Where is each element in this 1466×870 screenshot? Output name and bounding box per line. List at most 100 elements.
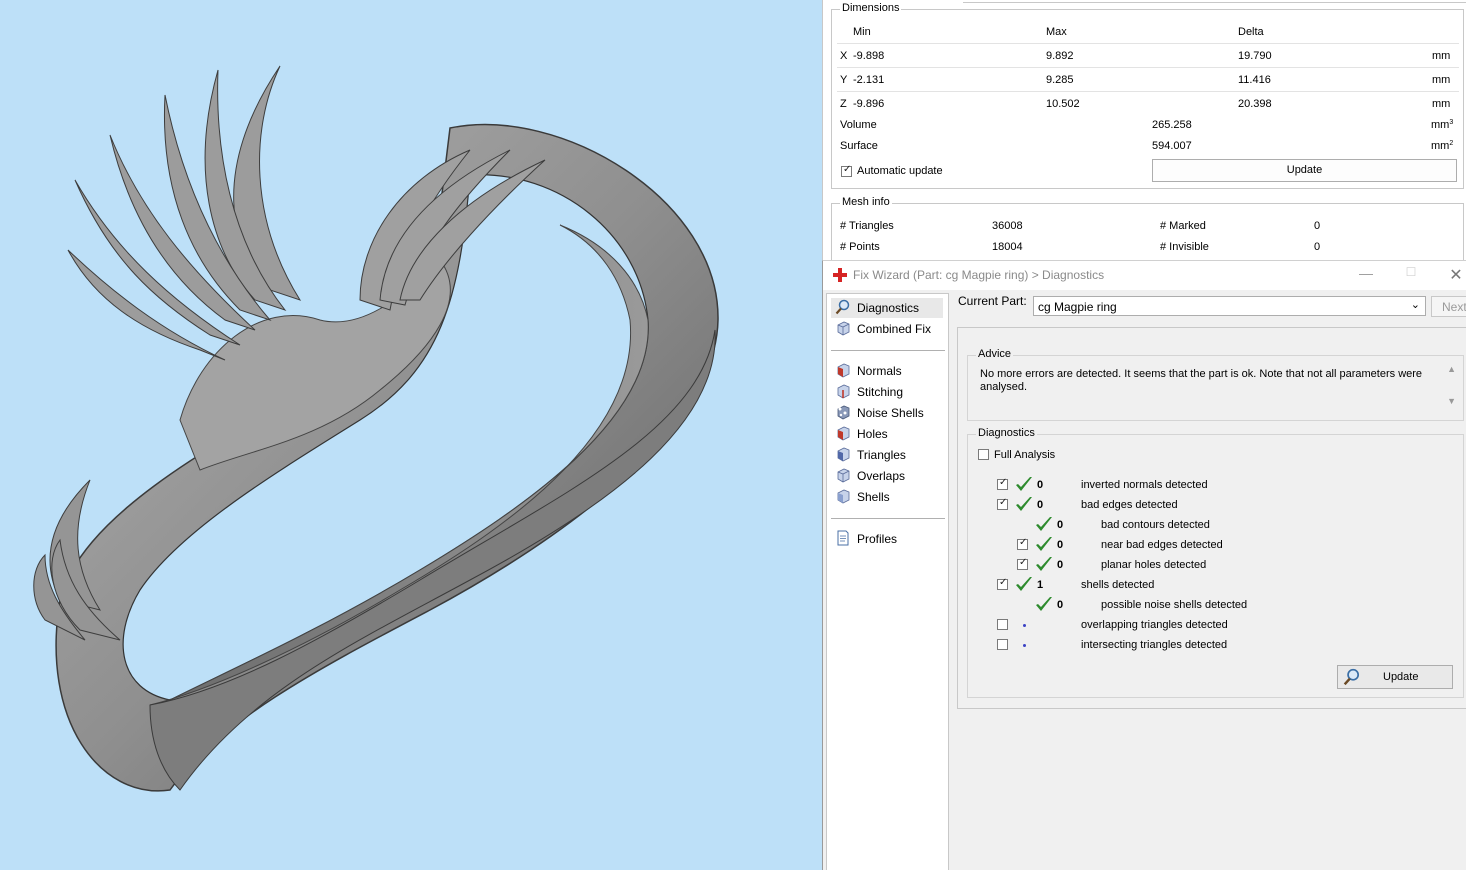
diagnostics-content-panel: Advice No more errors are detected. It s… — [957, 327, 1466, 709]
diagnostic-label: bad edges detected — [1081, 499, 1178, 511]
automatic-update-label: Automatic update — [857, 165, 943, 177]
minimize-button[interactable]: — — [1353, 265, 1379, 285]
points-value: 18004 — [992, 241, 1023, 253]
diagnostic-row: intersecting triangles detected — [968, 636, 1448, 654]
axis-y-label: Y — [840, 74, 848, 86]
next-button[interactable]: Next — [1431, 296, 1466, 317]
ring-model — [33, 65, 719, 792]
maximize-button[interactable]: ☐ — [1398, 265, 1424, 285]
triangles-cube-icon — [837, 447, 850, 462]
triangles-label: # Triangles — [840, 220, 894, 232]
green-check-icon — [1036, 557, 1052, 571]
y-max-value: 9.285 — [1046, 74, 1074, 86]
fix-wizard-dialog: Fix Wizard (Part: cg Magpie ring) > Diag… — [822, 260, 1466, 870]
dialog-title: Fix Wizard (Part: cg Magpie ring) > Diag… — [853, 268, 1105, 282]
diagnostic-checkbox[interactable] — [997, 497, 1008, 510]
close-button[interactable]: ✕ — [1443, 265, 1466, 285]
diagnostic-label: overlapping triangles detected — [1081, 619, 1228, 631]
nav-item-combined-fix[interactable]: Combined Fix — [831, 319, 943, 339]
diagnostic-checkbox[interactable] — [1017, 557, 1028, 570]
holes-cube-icon — [837, 426, 850, 441]
mesh-info-title: Mesh info — [840, 196, 892, 208]
diagnostic-checkbox[interactable] — [997, 477, 1008, 490]
overlaps-cube-icon — [837, 468, 850, 483]
green-check-icon — [1036, 517, 1052, 531]
z-delta-value: 20.398 — [1238, 98, 1272, 110]
magnifier-icon — [1343, 668, 1360, 686]
surface-label: Surface — [840, 140, 878, 152]
current-part-label: Current Part: — [958, 294, 1027, 308]
diagnostic-label: planar holes detected — [1101, 559, 1207, 571]
nav-item-triangles[interactable]: Triangles — [831, 445, 943, 465]
green-check-icon — [1036, 597, 1052, 611]
diagnostic-row: 0 near bad edges detected — [968, 536, 1448, 554]
shells-cube-icon — [837, 489, 850, 504]
marked-label: # Marked — [1160, 220, 1206, 232]
green-check-icon — [1036, 537, 1052, 551]
scroll-up-icon[interactable]: ▲ — [1447, 364, 1456, 374]
nav-item-profiles[interactable]: Profiles — [831, 529, 943, 549]
z-unit: mm — [1432, 98, 1451, 110]
diagnostics-update-button[interactable]: Update — [1337, 665, 1453, 689]
marked-value: 0 — [1314, 220, 1321, 232]
delta-header: Delta — [1238, 26, 1264, 38]
x-max-value: 9.892 — [1046, 50, 1074, 62]
advice-group: Advice No more errors are detected. It s… — [967, 348, 1464, 421]
diagnostic-label: shells detected — [1081, 579, 1155, 591]
green-check-icon — [1016, 497, 1032, 511]
diagnostic-label: bad contours detected — [1101, 519, 1210, 531]
volume-unit: mm3 — [1431, 119, 1454, 131]
noise-shells-icon — [837, 405, 850, 420]
full-analysis-checkbox[interactable] — [978, 449, 989, 460]
nav-item-diagnostics[interactable]: Diagnostics — [831, 298, 943, 318]
x-min-value: -9.898 — [853, 50, 885, 62]
mesh-info-group: Mesh info # Triangles 36008 # Marked 0 #… — [831, 196, 1464, 265]
pending-dot-icon — [1023, 624, 1026, 627]
dialog-titlebar[interactable]: Fix Wizard (Part: cg Magpie ring) > Diag… — [823, 261, 1466, 290]
tab-strip-line — [963, 2, 1466, 3]
automatic-update-checkbox[interactable] — [841, 164, 852, 177]
nav-item-normals[interactable]: Normals — [831, 361, 943, 381]
scroll-down-icon[interactable]: ▼ — [1447, 396, 1456, 406]
surface-unit: mm2 — [1431, 140, 1454, 152]
x-unit: mm — [1432, 50, 1451, 62]
diagnostic-label: near bad edges detected — [1101, 539, 1223, 551]
normals-cube-icon — [837, 363, 850, 378]
pending-dot-icon — [1023, 644, 1026, 647]
y-min-value: -2.131 — [853, 74, 885, 86]
nav-item-shells[interactable]: Shells — [831, 487, 943, 507]
nav-item-holes[interactable]: Holes — [831, 424, 943, 444]
z-min-value: -9.896 — [853, 98, 885, 110]
y-unit: mm — [1432, 74, 1451, 86]
current-part-select[interactable]: cg Magpie ring ⌄ — [1033, 296, 1426, 316]
full-analysis-label: Full Analysis — [994, 449, 1056, 461]
magnifier-icon — [835, 299, 850, 315]
dimensions-update-button[interactable]: Update — [1152, 159, 1457, 182]
nav-item-overlaps[interactable]: Overlaps — [831, 466, 943, 486]
surface-value: 594.007 — [1152, 140, 1192, 152]
diagnostic-count: 1 — [1037, 579, 1044, 591]
stitching-cube-icon — [837, 384, 850, 399]
diagnostic-row: 0 bad contours detected — [968, 516, 1448, 534]
advice-title: Advice — [976, 348, 1014, 360]
document-icon — [837, 530, 849, 546]
diagnostic-checkbox[interactable] — [997, 639, 1008, 650]
3d-viewport[interactable] — [0, 0, 822, 870]
nav-item-noise-shells[interactable]: Noise Shells — [831, 403, 943, 423]
z-max-value: 10.502 — [1046, 98, 1080, 110]
chevron-down-icon: ⌄ — [1410, 299, 1420, 311]
nav-item-stitching[interactable]: Stitching — [831, 382, 943, 402]
volume-label: Volume — [840, 119, 877, 131]
diagnostic-label: intersecting triangles detected — [1081, 639, 1228, 651]
x-delta-value: 19.790 — [1238, 50, 1272, 62]
diagnostic-count: 0 — [1057, 559, 1064, 571]
invisible-value: 0 — [1314, 241, 1321, 253]
diagnostic-count: 0 — [1057, 519, 1064, 531]
diagnostic-checkbox[interactable] — [997, 619, 1008, 630]
diagnostic-row: 1 shells detected — [968, 576, 1448, 594]
dimensions-title: Dimensions — [840, 2, 902, 14]
diagnostic-row: 0 bad edges detected — [968, 496, 1448, 514]
cube-icon — [837, 321, 850, 336]
diagnostic-checkbox[interactable] — [1017, 537, 1028, 550]
diagnostic-checkbox[interactable] — [997, 577, 1008, 590]
